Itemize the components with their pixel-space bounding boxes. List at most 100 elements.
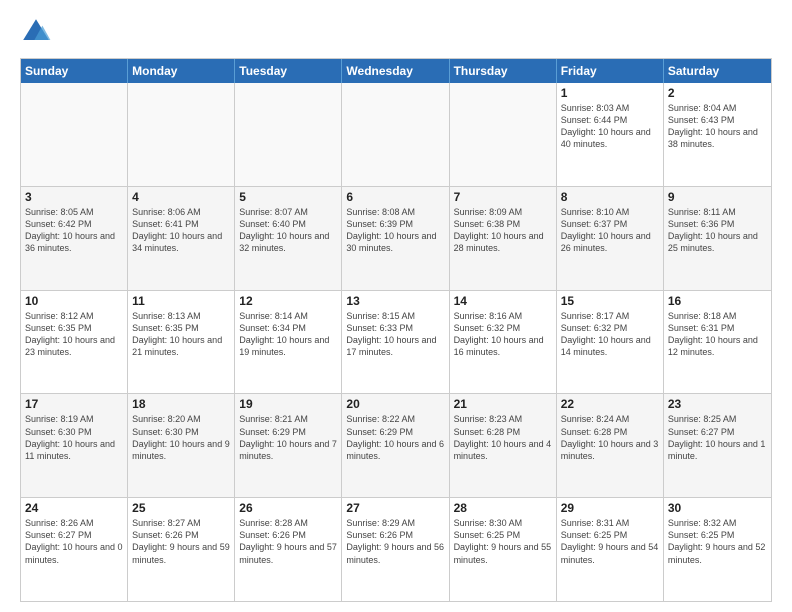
- page: SundayMondayTuesdayWednesdayThursdayFrid…: [0, 0, 792, 612]
- calendar-cell: 27Sunrise: 8:29 AM Sunset: 6:26 PM Dayli…: [342, 498, 449, 601]
- day-number: 11: [132, 294, 230, 308]
- day-info: Sunrise: 8:29 AM Sunset: 6:26 PM Dayligh…: [346, 517, 444, 566]
- day-info: Sunrise: 8:05 AM Sunset: 6:42 PM Dayligh…: [25, 206, 123, 255]
- day-info: Sunrise: 8:07 AM Sunset: 6:40 PM Dayligh…: [239, 206, 337, 255]
- calendar-cell: 4 Sunrise: 8:06 AM Sunset: 6:41 PM Daylig…: [128, 187, 235, 290]
- day-number: 29: [561, 501, 659, 515]
- day-number: 20: [346, 397, 444, 411]
- calendar-cell: 19 Sunrise: 8:21 AM Sunset: 6:29 PM Dayli…: [235, 394, 342, 497]
- calendar-cell: 28 Sunrise: 8:30 AM Sunset: 6:25 PM Dayli…: [450, 498, 557, 601]
- day-number: 30: [668, 501, 767, 515]
- day-info: Sunrise: 8:16 AM Sunset: 6:32 PM Dayligh…: [454, 310, 552, 359]
- calendar-cell: 30 Sunrise: 8:32 AM Sunset: 6:25 PM Dayli…: [664, 498, 771, 601]
- calendar-cell: 14 Sunrise: 8:16 AM Sunset: 6:32 PM Dayli…: [450, 291, 557, 394]
- header: [20, 16, 772, 48]
- day-number: 1: [561, 86, 659, 100]
- calendar-cell: 24 Sunrise: 8:26 AM Sunset: 6:27 PM Dayli…: [21, 498, 128, 601]
- day-info: Sunrise: 8:19 AM Sunset: 6:30 PM Dayligh…: [25, 413, 123, 462]
- day-info: Sunrise: 8:14 AM Sunset: 6:34 PM Dayligh…: [239, 310, 337, 359]
- day-info: Sunrise: 8:26 AM Sunset: 6:27 PM Dayligh…: [25, 517, 123, 566]
- day-info: Sunrise: 8:12 AM Sunset: 6:35 PM Dayligh…: [25, 310, 123, 359]
- day-number: 24: [25, 501, 123, 515]
- day-number: 26: [239, 501, 337, 515]
- header-day-tuesday: Tuesday: [235, 59, 342, 83]
- day-info: Sunrise: 8:04 AM Sunset: 6:43 PM Dayligh…: [668, 102, 767, 151]
- calendar-cell: 18 Sunrise: 8:20 AM Sunset: 6:30 PM Dayli…: [128, 394, 235, 497]
- day-number: 14: [454, 294, 552, 308]
- calendar-body: 1 Sunrise: 8:03 AM Sunset: 6:44 PM Daylig…: [21, 83, 771, 601]
- header-day-sunday: Sunday: [21, 59, 128, 83]
- day-number: 2: [668, 86, 767, 100]
- day-number: 19: [239, 397, 337, 411]
- calendar-cell: 20 Sunrise: 8:22 AM Sunset: 6:29 PM Dayli…: [342, 394, 449, 497]
- day-info: Sunrise: 8:21 AM Sunset: 6:29 PM Dayligh…: [239, 413, 337, 462]
- day-info: Sunrise: 8:13 AM Sunset: 6:35 PM Dayligh…: [132, 310, 230, 359]
- calendar-cell: [21, 83, 128, 186]
- calendar-cell: [128, 83, 235, 186]
- day-number: 3: [25, 190, 123, 204]
- header-day-saturday: Saturday: [664, 59, 771, 83]
- calendar-cell: [450, 83, 557, 186]
- calendar-cell: 5 Sunrise: 8:07 AM Sunset: 6:40 PM Daylig…: [235, 187, 342, 290]
- calendar-cell: [235, 83, 342, 186]
- day-number: 4: [132, 190, 230, 204]
- day-info: Sunrise: 8:31 AM Sunset: 6:25 PM Dayligh…: [561, 517, 659, 566]
- calendar-cell: 3 Sunrise: 8:05 AM Sunset: 6:42 PM Daylig…: [21, 187, 128, 290]
- day-number: 15: [561, 294, 659, 308]
- day-info: Sunrise: 8:30 AM Sunset: 6:25 PM Dayligh…: [454, 517, 552, 566]
- day-info: Sunrise: 8:17 AM Sunset: 6:32 PM Dayligh…: [561, 310, 659, 359]
- day-info: Sunrise: 8:08 AM Sunset: 6:39 PM Dayligh…: [346, 206, 444, 255]
- calendar-cell: 6 Sunrise: 8:08 AM Sunset: 6:39 PM Daylig…: [342, 187, 449, 290]
- day-info: Sunrise: 8:06 AM Sunset: 6:41 PM Dayligh…: [132, 206, 230, 255]
- logo: [20, 16, 56, 48]
- calendar-cell: 23Sunrise: 8:25 AM Sunset: 6:27 PM Dayli…: [664, 394, 771, 497]
- calendar-cell: 16Sunrise: 8:18 AM Sunset: 6:31 PM Dayli…: [664, 291, 771, 394]
- day-info: Sunrise: 8:32 AM Sunset: 6:25 PM Dayligh…: [668, 517, 767, 566]
- day-info: Sunrise: 8:11 AM Sunset: 6:36 PM Dayligh…: [668, 206, 767, 255]
- day-number: 22: [561, 397, 659, 411]
- day-number: 13: [346, 294, 444, 308]
- day-info: Sunrise: 8:28 AM Sunset: 6:26 PM Dayligh…: [239, 517, 337, 566]
- day-info: Sunrise: 8:10 AM Sunset: 6:37 PM Dayligh…: [561, 206, 659, 255]
- calendar-header: SundayMondayTuesdayWednesdayThursdayFrid…: [21, 59, 771, 83]
- day-info: Sunrise: 8:20 AM Sunset: 6:30 PM Dayligh…: [132, 413, 230, 462]
- calendar-cell: 11 Sunrise: 8:13 AM Sunset: 6:35 PM Dayli…: [128, 291, 235, 394]
- header-day-thursday: Thursday: [450, 59, 557, 83]
- day-number: 10: [25, 294, 123, 308]
- calendar-cell: 29 Sunrise: 8:31 AM Sunset: 6:25 PM Dayli…: [557, 498, 664, 601]
- day-number: 21: [454, 397, 552, 411]
- day-number: 12: [239, 294, 337, 308]
- day-info: Sunrise: 8:09 AM Sunset: 6:38 PM Dayligh…: [454, 206, 552, 255]
- calendar-row-3: 17Sunrise: 8:19 AM Sunset: 6:30 PM Dayli…: [21, 393, 771, 497]
- calendar-cell: [342, 83, 449, 186]
- header-day-friday: Friday: [557, 59, 664, 83]
- calendar-cell: 9Sunrise: 8:11 AM Sunset: 6:36 PM Daylig…: [664, 187, 771, 290]
- day-info: Sunrise: 8:27 AM Sunset: 6:26 PM Dayligh…: [132, 517, 230, 566]
- calendar-cell: 10 Sunrise: 8:12 AM Sunset: 6:35 PM Dayli…: [21, 291, 128, 394]
- day-number: 5: [239, 190, 337, 204]
- day-info: Sunrise: 8:24 AM Sunset: 6:28 PM Dayligh…: [561, 413, 659, 462]
- calendar-cell: 12 Sunrise: 8:14 AM Sunset: 6:34 PM Dayli…: [235, 291, 342, 394]
- day-number: 6: [346, 190, 444, 204]
- day-number: 7: [454, 190, 552, 204]
- header-day-wednesday: Wednesday: [342, 59, 449, 83]
- calendar-cell: 7 Sunrise: 8:09 AM Sunset: 6:38 PM Daylig…: [450, 187, 557, 290]
- day-info: Sunrise: 8:15 AM Sunset: 6:33 PM Dayligh…: [346, 310, 444, 359]
- day-number: 28: [454, 501, 552, 515]
- calendar-cell: 15 Sunrise: 8:17 AM Sunset: 6:32 PM Dayli…: [557, 291, 664, 394]
- calendar-row-2: 10 Sunrise: 8:12 AM Sunset: 6:35 PM Dayli…: [21, 290, 771, 394]
- calendar-cell: 13 Sunrise: 8:15 AM Sunset: 6:33 PM Dayli…: [342, 291, 449, 394]
- day-info: Sunrise: 8:03 AM Sunset: 6:44 PM Dayligh…: [561, 102, 659, 151]
- calendar-cell: 25Sunrise: 8:27 AM Sunset: 6:26 PM Dayli…: [128, 498, 235, 601]
- calendar-row-1: 3 Sunrise: 8:05 AM Sunset: 6:42 PM Daylig…: [21, 186, 771, 290]
- day-info: Sunrise: 8:25 AM Sunset: 6:27 PM Dayligh…: [668, 413, 767, 462]
- day-number: 16: [668, 294, 767, 308]
- calendar-cell: 21Sunrise: 8:23 AM Sunset: 6:28 PM Dayli…: [450, 394, 557, 497]
- day-number: 18: [132, 397, 230, 411]
- calendar-cell: 17Sunrise: 8:19 AM Sunset: 6:30 PM Dayli…: [21, 394, 128, 497]
- calendar-cell: 1 Sunrise: 8:03 AM Sunset: 6:44 PM Daylig…: [557, 83, 664, 186]
- day-info: Sunrise: 8:22 AM Sunset: 6:29 PM Dayligh…: [346, 413, 444, 462]
- calendar-cell: 2 Sunrise: 8:04 AM Sunset: 6:43 PM Daylig…: [664, 83, 771, 186]
- header-day-monday: Monday: [128, 59, 235, 83]
- calendar-cell: 22 Sunrise: 8:24 AM Sunset: 6:28 PM Dayli…: [557, 394, 664, 497]
